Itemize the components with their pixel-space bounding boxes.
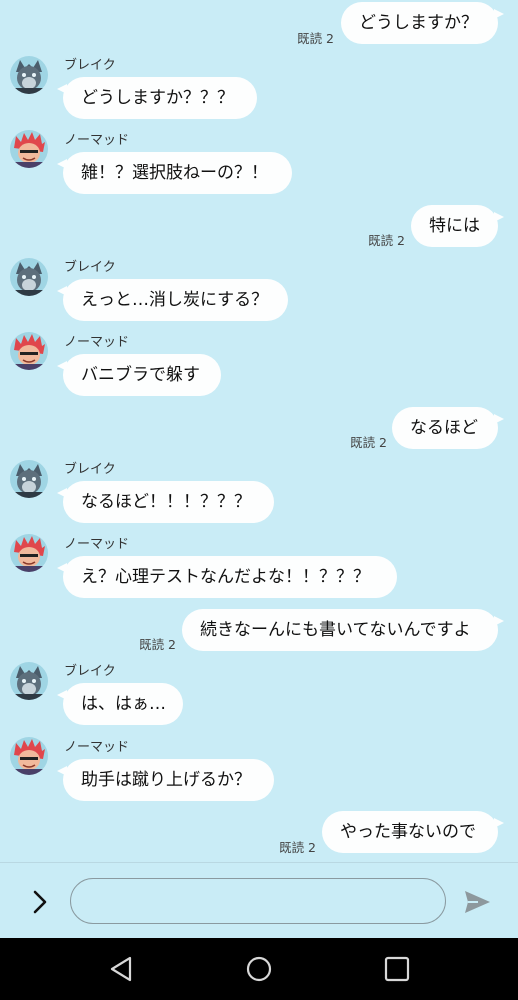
sender-name: ノーマッド (64, 133, 130, 148)
chevron-right-icon[interactable] (26, 888, 54, 916)
sender-name: ブレイク (64, 58, 116, 73)
read-receipt: 既読 2 (350, 435, 387, 450)
avatar-nomad[interactable] (10, 737, 48, 775)
avatar-blake[interactable] (10, 56, 48, 94)
read-receipt: 既読 2 (139, 637, 176, 652)
message-bubble[interactable]: どうしますか？？？ (57, 77, 257, 119)
chat-timeline[interactable]: 既読 2 どうしますか？ ブレイク どうしますか？？？ ノーマッド 雑！？選択肢… (0, 0, 518, 862)
sender-name: ブレイク (64, 260, 116, 275)
triangle-back-icon[interactable] (108, 955, 136, 983)
message-bubble[interactable]: なるほど！！！？？？ (57, 481, 274, 523)
message-bubble[interactable]: は、はぁ… (57, 683, 183, 725)
avatar-nomad[interactable] (10, 332, 48, 370)
message-input[interactable] (70, 878, 446, 924)
sender-name: ノーマッド (64, 335, 130, 350)
sender-name: ブレイク (64, 664, 116, 679)
system-navigation-bar (0, 938, 518, 1000)
message-bubble[interactable]: バニブラで躲す (57, 354, 221, 396)
avatar-nomad[interactable] (10, 130, 48, 168)
sender-name: ノーマッド (64, 537, 130, 552)
message-bubble[interactable]: え？心理テストなんだよな！！？？？ (57, 556, 397, 598)
avatar-blake[interactable] (10, 662, 48, 700)
circle-home-icon[interactable] (245, 955, 273, 983)
message-bubble[interactable]: やった事ないので (322, 811, 504, 853)
message-bubble[interactable]: 助手は蹴り上げるか？ (57, 759, 274, 801)
message-bubble[interactable]: 続きなーんにも書いてないんですよ (182, 609, 504, 651)
avatar-nomad[interactable] (10, 534, 48, 572)
message-bubble[interactable]: なるほど (392, 407, 504, 449)
send-arrow-icon[interactable] (462, 887, 492, 917)
sender-name: ブレイク (64, 462, 116, 477)
message-input-bar (0, 862, 518, 939)
message-bubble[interactable]: えっと…消し炭にする？ (57, 279, 288, 321)
avatar-blake[interactable] (10, 258, 48, 296)
avatar-blake[interactable] (10, 460, 48, 498)
read-receipt: 既読 2 (368, 233, 405, 248)
sender-name: ノーマッド (64, 740, 130, 755)
message-bubble[interactable]: どうしますか？ (341, 2, 504, 44)
square-recents-icon[interactable] (383, 955, 411, 983)
message-bubble[interactable]: 雑！？選択肢ねーの？！ (57, 152, 292, 194)
read-receipt: 既読 2 (279, 840, 316, 855)
message-bubble[interactable]: 特には (411, 205, 504, 247)
read-receipt: 既読 2 (297, 31, 334, 46)
